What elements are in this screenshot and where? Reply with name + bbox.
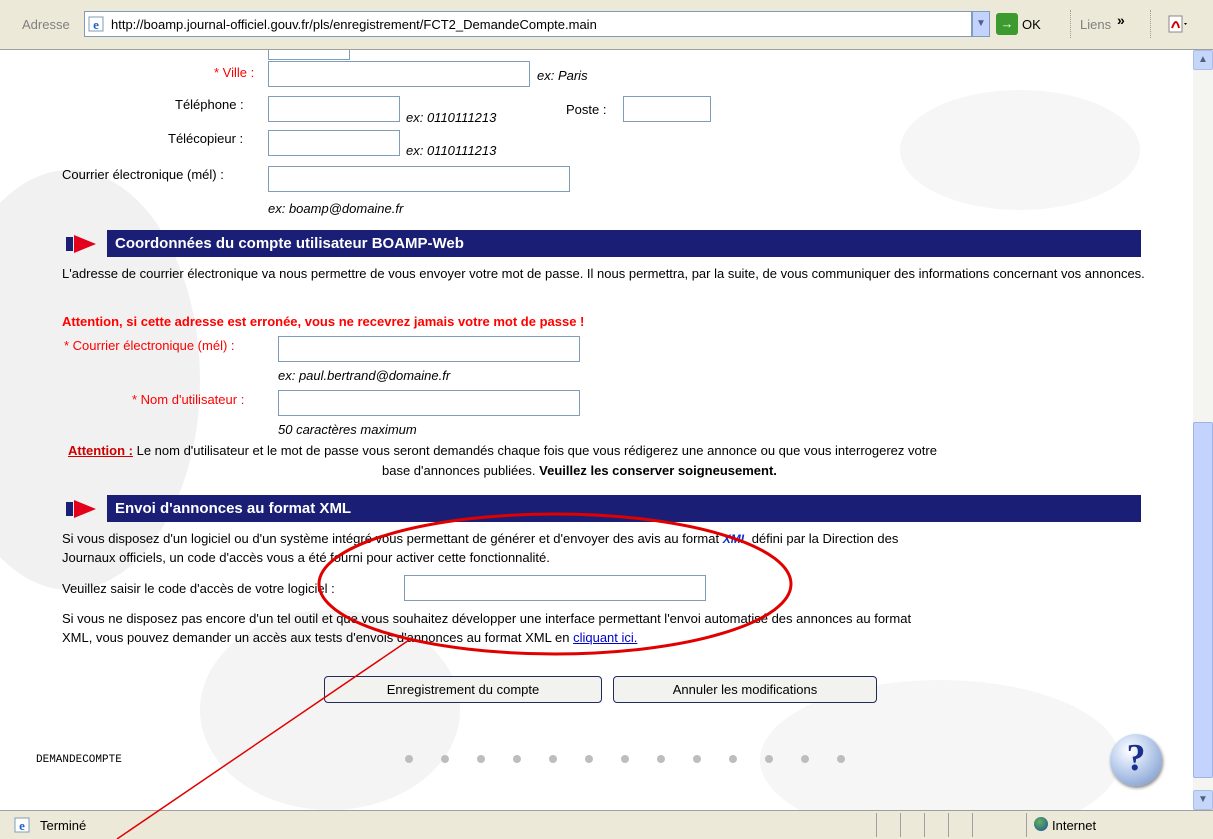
scroll-down-icon[interactable]: ▼ xyxy=(1193,790,1213,810)
username-input[interactable] xyxy=(278,390,580,416)
progress-dot xyxy=(801,755,809,763)
svg-text:e: e xyxy=(93,17,99,32)
account-mel-label: * Courrier électronique (mél) : xyxy=(64,338,235,353)
attention-line-1: Attention : Le nom d'utilisateur et le m… xyxy=(68,443,937,458)
address-bar: Adresse e http://boamp.journal-officiel.… xyxy=(0,0,1213,50)
telephone-label: Téléphone : xyxy=(175,97,244,112)
attention-text: Le nom d'utilisateur et le mot de passe … xyxy=(136,443,937,458)
cut-off-field[interactable] xyxy=(268,50,350,60)
ie-page-icon: e xyxy=(14,817,30,833)
toolbar-separator xyxy=(1150,10,1153,38)
mel-example: ex: boamp@domaine.fr xyxy=(268,201,404,216)
links-label[interactable]: Liens xyxy=(1080,17,1111,32)
xml-dev-line-1: Si vous ne disposez pas encore d'un tel … xyxy=(62,611,912,626)
account-mel-input[interactable] xyxy=(278,336,580,362)
code-input[interactable] xyxy=(404,575,706,601)
progress-dot xyxy=(621,755,629,763)
cancel-changes-button[interactable]: Annuler les modifications xyxy=(613,676,877,703)
toolbar-separator xyxy=(1070,10,1073,38)
username-hint: 50 caractères maximum xyxy=(278,422,417,437)
telecopieur-label: Télécopieur : xyxy=(168,131,244,146)
ie-page-icon: e xyxy=(88,16,104,32)
scroll-up-icon[interactable]: ▲ xyxy=(1193,50,1213,70)
page-viewport: * Ville : ex: Paris Téléphone : ex: 0110… xyxy=(0,50,1193,810)
progress-dot xyxy=(405,755,413,763)
progress-dot xyxy=(441,755,449,763)
attention-label: Attention : xyxy=(68,443,133,458)
xml-intro-a: Si vous disposez d'un logiciel ou d'un s… xyxy=(62,531,720,546)
go-button-label[interactable]: OK xyxy=(1022,17,1041,32)
vertical-scrollbar[interactable]: ▲ ▼ xyxy=(1193,50,1213,810)
account-section-title: Coordonnées du compte utilisateur BOAMP-… xyxy=(107,230,1141,257)
status-cell xyxy=(900,813,901,837)
ville-example: ex: Paris xyxy=(537,68,588,83)
status-cell xyxy=(948,813,949,837)
go-arrow-icon[interactable]: → xyxy=(996,13,1018,35)
xml-intro-b: défini par la Direction des xyxy=(751,531,899,546)
attention-bold: Veuillez les conserver soigneusement. xyxy=(539,463,777,478)
section-arrow-icon xyxy=(66,235,96,253)
attention-line-2: base d'annonces publiées. Veuillez les c… xyxy=(382,463,777,478)
status-cell xyxy=(1026,813,1027,837)
progress-dot xyxy=(765,755,773,763)
section-arrow-icon xyxy=(66,500,96,518)
poste-input[interactable] xyxy=(623,96,711,122)
xml-intro-line-2: Journaux officiels, un code d'accès vous… xyxy=(62,550,550,565)
progress-dot xyxy=(837,755,845,763)
progress-dot xyxy=(513,755,521,763)
status-cell xyxy=(924,813,925,837)
status-bar: e Terminé Internet xyxy=(0,810,1213,839)
account-mel-example: ex: paul.bertrand@domaine.fr xyxy=(278,368,451,383)
xml-section-title: Envoi d'annonces au format XML xyxy=(107,495,1141,522)
help-icon[interactable]: ? xyxy=(1110,734,1162,786)
scroll-thumb[interactable] xyxy=(1193,422,1213,778)
svg-text:e: e xyxy=(19,818,25,833)
telecopieur-input[interactable] xyxy=(268,130,400,156)
ville-label: * Ville : xyxy=(214,65,255,80)
url-field[interactable]: e http://boamp.journal-officiel.gouv.fr/… xyxy=(84,11,972,37)
xml-logo: XML xyxy=(722,532,749,546)
zone-text: Internet xyxy=(1052,818,1097,833)
xml-dev-line-2: XML, vous pouvez demander un accès aux t… xyxy=(62,630,637,645)
address-label: Adresse xyxy=(22,17,70,32)
telephone-input[interactable] xyxy=(268,96,400,122)
progress-dot xyxy=(549,755,557,763)
progress-dot xyxy=(729,755,737,763)
page-id: DEMANDECOMPTE xyxy=(36,754,122,766)
mel-input[interactable] xyxy=(268,166,570,192)
progress-dot xyxy=(477,755,485,763)
status-cell xyxy=(876,813,877,837)
save-account-button[interactable]: Enregistrement du compte xyxy=(324,676,602,703)
attention-text-2: base d'annonces publiées. xyxy=(382,463,536,478)
internet-zone-icon xyxy=(1034,817,1048,831)
url-dropdown-button[interactable]: ▼ xyxy=(972,11,990,37)
code-label: Veuillez saisir le code d'accès de votre… xyxy=(62,581,335,596)
background-watermark xyxy=(900,90,1140,210)
poste-label: Poste : xyxy=(566,102,607,117)
progress-dot xyxy=(585,755,593,763)
acrobat-toolbar-icon[interactable] xyxy=(1168,14,1190,34)
progress-dot xyxy=(657,755,665,763)
mel-label: Courrier électronique (mél) : xyxy=(62,167,224,182)
xml-intro-line-1: Si vous disposez d'un logiciel ou d'un s… xyxy=(62,531,898,546)
xml-dev-text: XML, vous pouvez demander un accès aux t… xyxy=(62,630,570,645)
help-icon-glyph: ? xyxy=(1126,737,1146,779)
status-cell xyxy=(972,813,973,837)
url-text: http://boamp.journal-officiel.gouv.fr/pl… xyxy=(111,17,597,32)
links-chevron-icon[interactable]: » xyxy=(1117,12,1125,28)
ville-input[interactable] xyxy=(268,61,530,87)
account-intro: L'adresse de courrier électronique va no… xyxy=(62,266,1145,281)
status-text: Terminé xyxy=(40,818,87,833)
telecopieur-example: ex: 0110111213 xyxy=(406,143,497,158)
telephone-example: ex: 0110111213 xyxy=(406,110,497,125)
username-label: * Nom d'utilisateur : xyxy=(132,392,245,407)
test-access-link[interactable]: cliquant ici. xyxy=(573,630,637,645)
account-warning: Attention, si cette adresse est erronée,… xyxy=(62,314,585,329)
progress-dot xyxy=(693,755,701,763)
